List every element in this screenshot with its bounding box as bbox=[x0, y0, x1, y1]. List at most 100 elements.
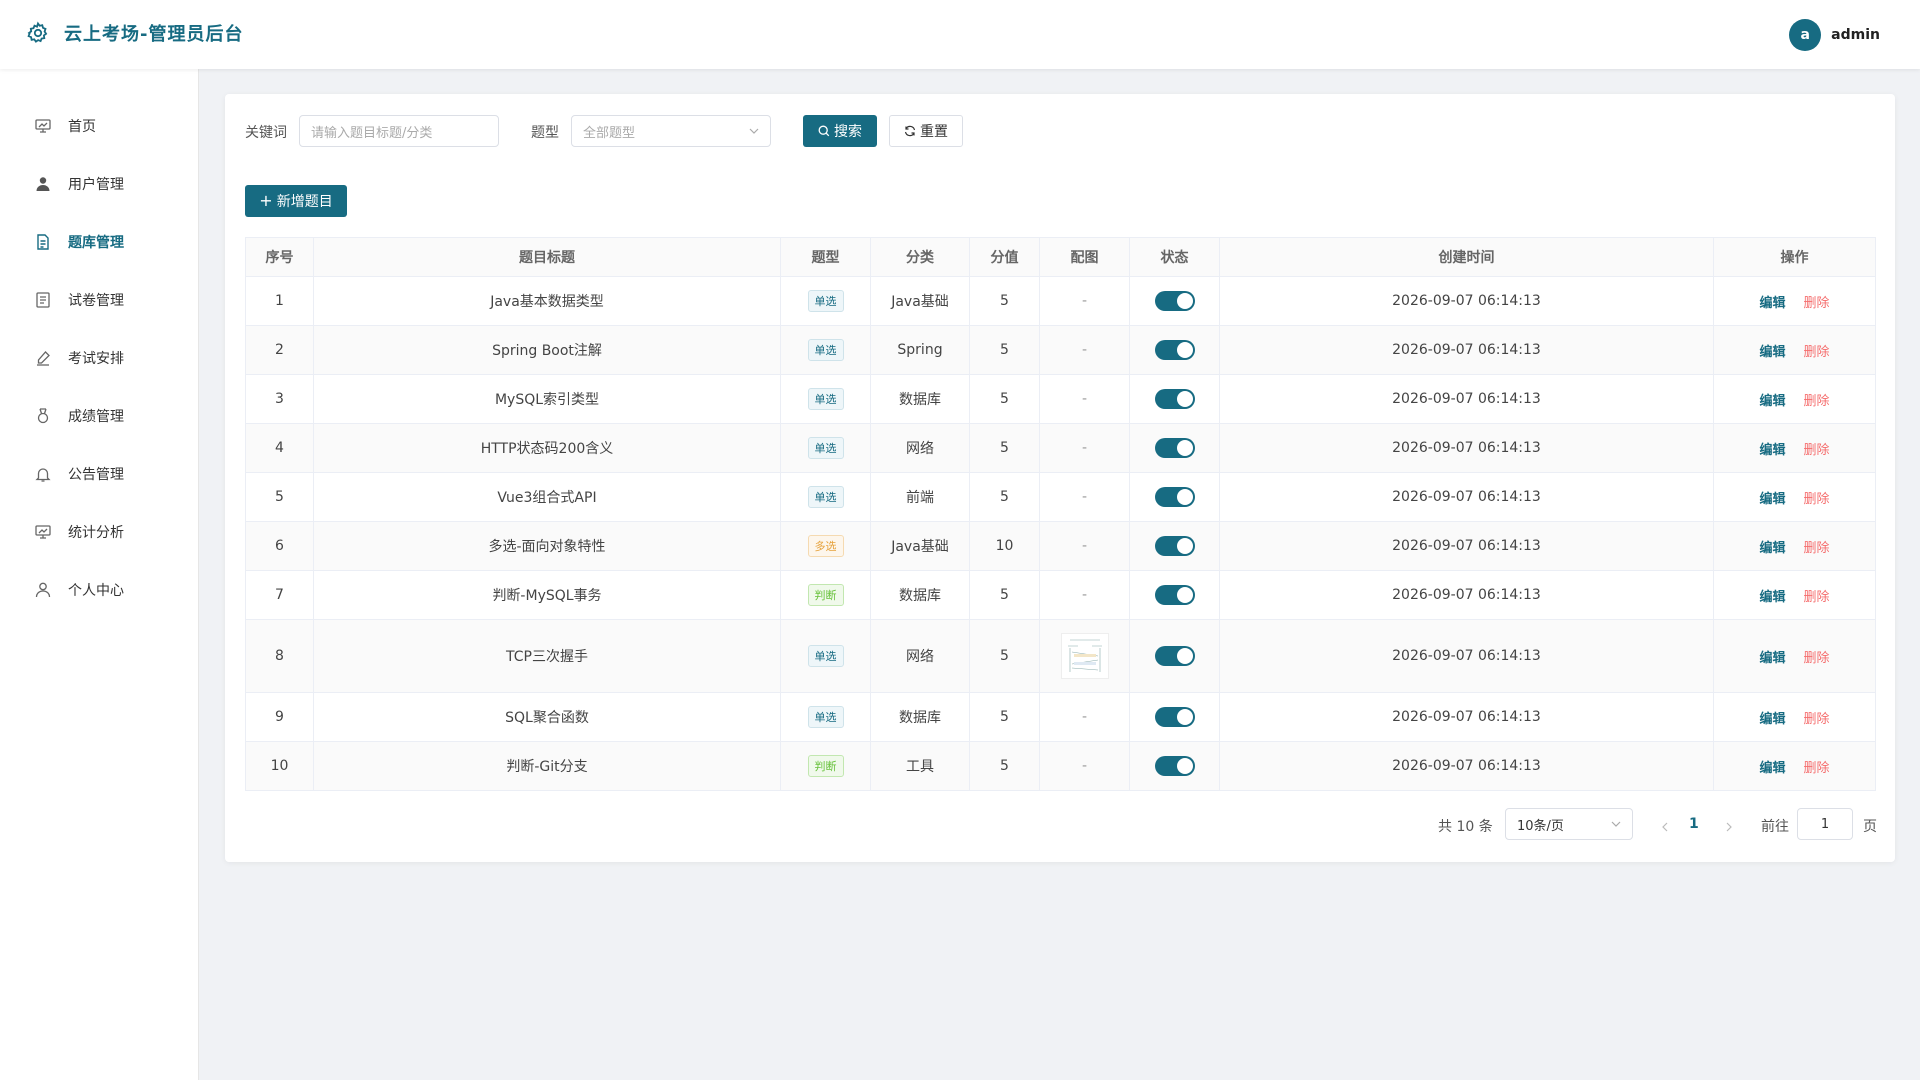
row-number: 1 bbox=[245, 276, 314, 326]
delete-button[interactable]: 删除 bbox=[1804, 761, 1830, 776]
row-number: 7 bbox=[245, 570, 314, 620]
edit-button[interactable]: 编辑 bbox=[1759, 394, 1785, 409]
table-row: 10 判断-Git分支 判断 工具 5- 2026-09-07 06:14:13 编辑 删除 bbox=[245, 741, 1876, 791]
delete-button[interactable]: 删除 bbox=[1804, 651, 1830, 666]
created-time: 2026-09-07 06:14:13 bbox=[1219, 472, 1714, 522]
edit-button[interactable]: 编辑 bbox=[1759, 345, 1785, 360]
delete-button[interactable]: 删除 bbox=[1804, 394, 1830, 409]
type-cell: 单选 bbox=[780, 276, 871, 326]
type-cell: 单选 bbox=[780, 692, 871, 742]
actions-cell: 编辑 删除 bbox=[1713, 521, 1876, 571]
sidebar-item-profile[interactable]: 个人中心 bbox=[34, 579, 124, 601]
status-toggle[interactable] bbox=[1154, 707, 1195, 727]
sidebar-item-home[interactable]: 首页 bbox=[34, 115, 96, 137]
avatar[interactable]: a bbox=[1789, 19, 1822, 51]
column-header[interactable]: 操作 bbox=[1713, 237, 1876, 277]
table-row: 4 HTTP状态码200含义 单选 网络 5-2026-09-07 06:14:13 编辑… bbox=[245, 423, 1876, 473]
monitor-icon bbox=[35, 119, 51, 133]
edit-button[interactable]: 编辑 bbox=[1759, 651, 1785, 666]
status-toggle[interactable] bbox=[1154, 340, 1195, 360]
edit-button[interactable]: 编辑 bbox=[1759, 541, 1785, 556]
page-number-current[interactable]: 1 bbox=[1689, 816, 1699, 832]
type-cell: 单选 bbox=[780, 423, 871, 473]
prev-page-icon[interactable] bbox=[1660, 822, 1670, 832]
sidebar-item-question-bank[interactable]: 题库管理 bbox=[34, 231, 124, 253]
score-cell: 5 bbox=[969, 325, 1040, 375]
goto-label: 前往 bbox=[1761, 819, 1789, 835]
delete-button[interactable]: 删除 bbox=[1804, 345, 1830, 360]
column-header[interactable]: 分值 bbox=[969, 237, 1040, 277]
question-image-thumbnail[interactable] bbox=[1060, 633, 1109, 679]
type-cell: 单选 bbox=[780, 374, 871, 424]
column-header[interactable]: 创建时间 bbox=[1219, 237, 1714, 277]
sidebar-item-statistics[interactable]: 统计分析 bbox=[34, 521, 124, 543]
paper-icon bbox=[36, 292, 50, 308]
document-icon bbox=[37, 234, 49, 250]
page-size-select[interactable]: 10条/页 bbox=[1505, 808, 1633, 840]
created-time: 2026-09-07 06:14:13 bbox=[1219, 521, 1714, 571]
column-header[interactable]: 分类 bbox=[870, 237, 970, 277]
sidebar-item-label: 首页 bbox=[68, 119, 96, 135]
type-select[interactable]: 全部题型 bbox=[571, 115, 771, 147]
status-toggle[interactable] bbox=[1154, 291, 1195, 311]
column-header[interactable]: 序号 bbox=[245, 237, 314, 277]
sidebar-item-users[interactable]: 用户管理 bbox=[34, 173, 124, 195]
column-header[interactable]: 题型 bbox=[780, 237, 871, 277]
delete-button[interactable]: 删除 bbox=[1804, 443, 1830, 458]
goto-page-input[interactable]: 1 bbox=[1797, 808, 1853, 840]
sidebar-item-label: 统计分析 bbox=[68, 525, 124, 541]
table-row: 3 MySQL索引类型 单选 数据库 5- 2026-09-07 06:14:13 编辑 删除 bbox=[245, 374, 1876, 424]
image-cell bbox=[1039, 619, 1130, 693]
delete-button[interactable]: 删除 bbox=[1804, 492, 1830, 507]
status-toggle[interactable] bbox=[1154, 536, 1195, 556]
column-header[interactable]: 题目标题 bbox=[313, 237, 781, 277]
edit-button[interactable]: 编辑 bbox=[1759, 590, 1785, 605]
delete-button[interactable]: 删除 bbox=[1804, 712, 1830, 727]
column-header[interactable]: 配图 bbox=[1039, 237, 1130, 277]
sidebar-item-scores[interactable]: 成绩管理 bbox=[34, 405, 124, 427]
actions-cell: 编辑 删除 bbox=[1713, 692, 1876, 742]
edit-button[interactable]: 编辑 bbox=[1759, 492, 1785, 507]
delete-button[interactable]: 删除 bbox=[1804, 296, 1830, 311]
goto-page-value: 1 bbox=[1820, 816, 1830, 832]
add-question-button[interactable]: + 新增题目 bbox=[245, 185, 347, 217]
column-header[interactable]: 状态 bbox=[1129, 237, 1220, 277]
username[interactable]: admin bbox=[1831, 27, 1880, 43]
type-tag: 单选 bbox=[807, 645, 844, 667]
user-menu[interactable]: a admin bbox=[1789, 19, 1880, 51]
status-toggle[interactable] bbox=[1154, 389, 1195, 409]
created-time: 2026-09-07 06:14:13 bbox=[1219, 325, 1714, 375]
status-toggle[interactable] bbox=[1154, 487, 1195, 507]
edit-button[interactable]: 编辑 bbox=[1759, 761, 1785, 776]
edit-button[interactable]: 编辑 bbox=[1759, 712, 1785, 727]
type-tag: 多选 bbox=[807, 535, 844, 557]
sidebar-item-notices[interactable]: 公告管理 bbox=[34, 463, 124, 485]
delete-button[interactable]: 删除 bbox=[1804, 541, 1830, 556]
sidebar-item-papers[interactable]: 试卷管理 bbox=[34, 289, 124, 311]
status-toggle[interactable] bbox=[1154, 438, 1195, 458]
delete-button[interactable]: 删除 bbox=[1804, 590, 1830, 605]
status-cell bbox=[1129, 692, 1220, 742]
sidebar-item-label: 公告管理 bbox=[68, 467, 124, 483]
edit-button[interactable]: 编辑 bbox=[1759, 296, 1785, 311]
status-toggle[interactable] bbox=[1154, 585, 1195, 605]
type-cell: 单选 bbox=[780, 619, 871, 693]
question-title: 判断-MySQL事务 bbox=[313, 570, 781, 620]
actions-cell: 编辑 删除 bbox=[1713, 472, 1876, 522]
question-title: Java基本数据类型 bbox=[313, 276, 781, 326]
category-cell: 网络 bbox=[870, 619, 970, 693]
created-time: 2026-09-07 06:14:13 bbox=[1219, 423, 1714, 473]
table-row: 6 多选-面向对象特性 多选 Java基础 10- 2026-09-07 06:14:13… bbox=[245, 521, 1876, 571]
status-toggle[interactable] bbox=[1154, 646, 1195, 666]
reset-button[interactable]: 重置 bbox=[889, 115, 963, 147]
sidebar-item-exam-schedule[interactable]: 考试安排 bbox=[34, 347, 124, 369]
created-time: 2026-09-07 06:14:13 bbox=[1219, 741, 1714, 791]
keyword-input[interactable]: 请输入题目标题/分类 bbox=[299, 115, 499, 147]
edit-button[interactable]: 编辑 bbox=[1759, 443, 1785, 458]
actions-cell: 编辑 删除 bbox=[1713, 276, 1876, 326]
search-button[interactable]: 搜索 bbox=[803, 115, 877, 147]
status-toggle[interactable] bbox=[1154, 756, 1195, 776]
row-number: 8 bbox=[245, 619, 314, 693]
type-tag: 单选 bbox=[807, 290, 844, 312]
next-page-icon[interactable] bbox=[1724, 822, 1734, 832]
